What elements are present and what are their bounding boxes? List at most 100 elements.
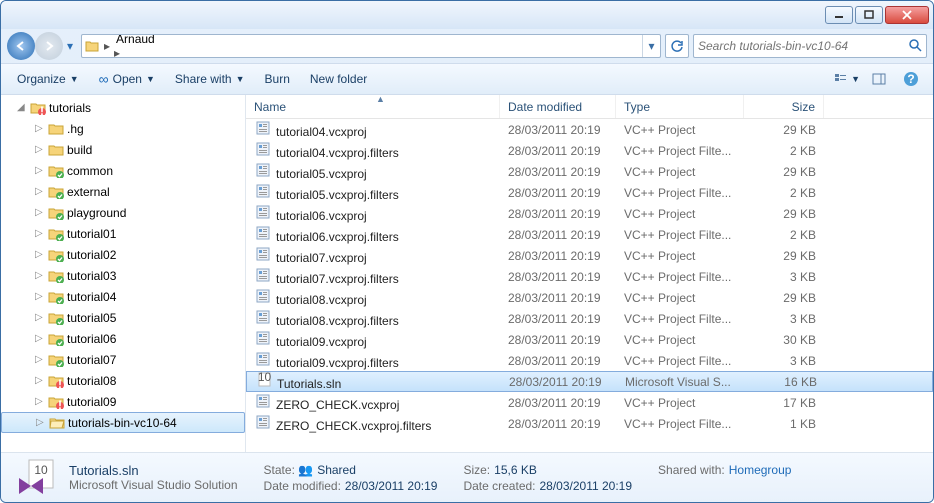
file-row[interactable]: tutorial09.vcxproj.filters28/03/2011 20:… <box>246 350 933 371</box>
svg-text:!: ! <box>40 104 44 115</box>
tree-item[interactable]: ▷.hg <box>1 118 245 139</box>
tree-label: tutorials <box>47 101 91 115</box>
tree-toggle-icon[interactable]: ▷ <box>35 165 47 176</box>
tree-item[interactable]: ▷ playground <box>1 202 245 223</box>
tree-item[interactable]: ▷!tutorial09 <box>1 391 245 412</box>
file-date: 28/03/2011 20:19 <box>501 375 617 389</box>
file-date: 28/03/2011 20:19 <box>500 165 616 179</box>
file-row[interactable]: tutorial08.vcxproj28/03/2011 20:19VC++ P… <box>246 287 933 308</box>
history-dropdown[interactable]: ▾ <box>63 32 77 60</box>
file-row[interactable]: ZERO_CHECK.vcxproj28/03/2011 20:19VC++ P… <box>246 392 933 413</box>
file-type: Microsoft Visual S... <box>617 375 745 389</box>
file-row[interactable]: tutorial07.vcxproj28/03/2011 20:19VC++ P… <box>246 245 933 266</box>
minimize-button[interactable] <box>825 6 853 24</box>
tree-item[interactable]: ▷tutorial01 <box>1 223 245 244</box>
file-row[interactable]: tutorial05.vcxproj28/03/2011 20:19VC++ P… <box>246 161 933 182</box>
file-type: VC++ Project <box>616 123 744 137</box>
tree-toggle-icon[interactable]: ▷ <box>36 417 48 428</box>
file-row[interactable]: tutorial08.vcxproj.filters28/03/2011 20:… <box>246 308 933 329</box>
refresh-button[interactable] <box>665 34 689 58</box>
file-icon <box>254 309 272 325</box>
tree-item[interactable]: ▷tutorials-bin-vc10-64 <box>1 412 245 433</box>
tree-item[interactable]: ▷tutorial04 <box>1 286 245 307</box>
search-input[interactable] <box>698 39 908 53</box>
tree-toggle-icon[interactable]: ▷ <box>35 312 47 323</box>
file-size: 3 KB <box>744 312 824 326</box>
tree-item[interactable]: ▷tutorial07 <box>1 349 245 370</box>
tree-item[interactable]: ▷external <box>1 181 245 202</box>
file-row[interactable]: tutorial04.vcxproj.filters28/03/2011 20:… <box>246 140 933 161</box>
search-icon[interactable] <box>908 38 922 55</box>
tree-item[interactable]: ▷!tutorial08 <box>1 370 245 391</box>
tree-toggle-icon[interactable]: ▷ <box>35 249 47 260</box>
homegroup-link[interactable]: Homegroup <box>729 463 792 477</box>
maximize-button[interactable] <box>855 6 883 24</box>
infinity-icon: ∞ <box>99 71 109 87</box>
file-row[interactable]: tutorial06.vcxproj28/03/2011 20:19VC++ P… <box>246 203 933 224</box>
forward-button[interactable] <box>35 32 63 60</box>
folder-icon <box>47 269 65 283</box>
file-date: 28/03/2011 20:19 <box>500 123 616 137</box>
file-row[interactable]: tutorial06.vcxproj.filters28/03/2011 20:… <box>246 224 933 245</box>
new-folder-button[interactable]: New folder <box>302 68 375 90</box>
file-row[interactable]: tutorial05.vcxproj.filters28/03/2011 20:… <box>246 182 933 203</box>
tree-toggle-icon[interactable]: ▷ <box>35 123 47 134</box>
file-date: 28/03/2011 20:19 <box>500 354 616 368</box>
tree-toggle-icon[interactable]: ▷ <box>35 291 47 302</box>
details-subtitle: Microsoft Visual Studio Solution <box>69 478 238 492</box>
breadcrumb[interactable]: ▸ Local Disk (C:)▸Users▸Arnaud▸Projects▸… <box>81 34 661 58</box>
file-size: 3 KB <box>744 270 824 284</box>
file-icon <box>254 162 272 178</box>
column-name[interactable]: Name <box>246 95 500 118</box>
share-with-button[interactable]: Share with▼ <box>167 68 253 90</box>
view-options-button[interactable]: ▼ <box>833 68 861 90</box>
column-size[interactable]: Size <box>744 95 824 118</box>
tree-toggle-icon[interactable]: ▷ <box>35 144 47 155</box>
chevron-right-icon[interactable]: ▸ <box>102 39 112 53</box>
file-row[interactable]: 10Tutorials.sln28/03/2011 20:19Microsoft… <box>246 371 933 392</box>
file-date: 28/03/2011 20:19 <box>500 186 616 200</box>
tree-item[interactable]: ▷build <box>1 139 245 160</box>
close-button[interactable] <box>885 6 929 24</box>
back-button[interactable] <box>7 32 35 60</box>
details-pane: 10 Tutorials.sln Microsoft Visual Studio… <box>1 452 933 502</box>
column-date[interactable]: Date modified <box>500 95 616 118</box>
tree-item[interactable]: ▷tutorial02 <box>1 244 245 265</box>
tree-item[interactable]: ▷tutorial05 <box>1 307 245 328</box>
tree-toggle-icon[interactable]: ▷ <box>35 207 47 218</box>
file-row[interactable]: tutorial07.vcxproj.filters28/03/2011 20:… <box>246 266 933 287</box>
tree-item[interactable]: ▷common <box>1 160 245 181</box>
file-date: 28/03/2011 20:19 <box>500 312 616 326</box>
file-row[interactable]: tutorial04.vcxproj28/03/2011 20:19VC++ P… <box>246 119 933 140</box>
folder-tree[interactable]: ◢!tutorials▷.hg▷build▷common▷external▷pl… <box>1 95 246 452</box>
file-row[interactable]: tutorial09.vcxproj28/03/2011 20:19VC++ P… <box>246 329 933 350</box>
file-type: VC++ Project <box>616 165 744 179</box>
tree-toggle-icon[interactable]: ▷ <box>35 270 47 281</box>
address-dropdown[interactable]: ▾ <box>642 34 660 58</box>
tree-item[interactable]: ▷tutorial03 <box>1 265 245 286</box>
tree-toggle-icon[interactable]: ▷ <box>35 228 47 239</box>
organize-button[interactable]: Organize▼ <box>9 68 87 90</box>
column-type[interactable]: Type <box>616 95 744 118</box>
tree-item[interactable]: ▷tutorial06 <box>1 328 245 349</box>
preview-pane-button[interactable] <box>865 68 893 90</box>
file-row[interactable]: ZERO_CHECK.vcxproj.filters28/03/2011 20:… <box>246 413 933 434</box>
explorer-window: ▾ ▸ Local Disk (C:)▸Users▸Arnaud▸Project… <box>0 0 934 503</box>
tree-toggle-icon[interactable]: ▷ <box>35 333 47 344</box>
tree-toggle-icon[interactable]: ◢ <box>17 102 29 113</box>
file-date: 28/03/2011 20:19 <box>500 291 616 305</box>
tree-toggle-icon[interactable]: ▷ <box>35 396 47 407</box>
tree-toggle-icon[interactable]: ▷ <box>35 186 47 197</box>
breadcrumb-segment[interactable]: Arnaud <box>112 34 229 46</box>
tree-label: playground <box>65 206 126 220</box>
open-button[interactable]: ∞Open▼ <box>91 67 163 91</box>
search-box[interactable] <box>693 34 927 58</box>
folder-icon <box>47 143 65 157</box>
chevron-right-icon[interactable]: ▸ <box>112 46 122 58</box>
tree-item[interactable]: ◢!tutorials <box>1 97 245 118</box>
help-button[interactable]: ? <box>897 68 925 90</box>
tree-toggle-icon[interactable]: ▷ <box>35 354 47 365</box>
file-rows[interactable]: tutorial04.vcxproj28/03/2011 20:19VC++ P… <box>246 119 933 452</box>
tree-toggle-icon[interactable]: ▷ <box>35 375 47 386</box>
burn-button[interactable]: Burn <box>257 68 298 90</box>
